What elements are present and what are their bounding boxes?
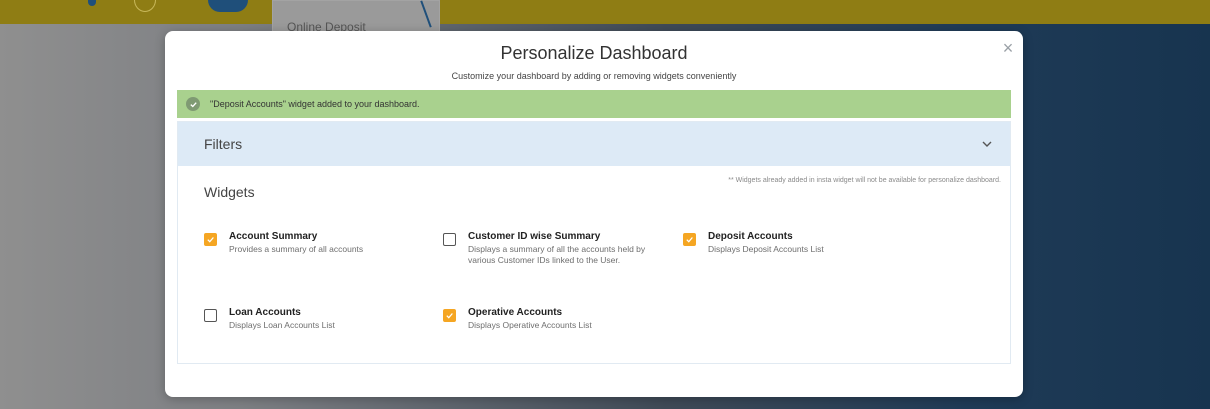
widget-operative-accounts[interactable]: Operative Accounts Displays Operative Ac… <box>443 307 648 331</box>
checkbox-unchecked[interactable] <box>443 233 456 246</box>
chevron-down-icon[interactable] <box>980 137 994 151</box>
checkbox-unchecked[interactable] <box>204 309 217 322</box>
widget-name: Account Summary <box>229 231 318 242</box>
widget-description: Displays Operative Accounts List <box>468 320 592 330</box>
widget-customer-id-summary[interactable]: Customer ID wise Summary Displays a summ… <box>443 231 648 266</box>
widget-name: Loan Accounts <box>229 307 301 318</box>
widget-description: Provides a summary of all accounts <box>229 244 364 254</box>
checkmark-icon <box>686 237 693 243</box>
nav-tab-online-deposit[interactable]: Online Deposit <box>272 0 440 32</box>
checkmark-icon <box>207 237 214 243</box>
widget-description: Displays Loan Accounts List <box>229 320 335 330</box>
alert-message: "Deposit Accounts" widget added to your … <box>210 99 420 109</box>
widgets-heading: Widgets <box>204 184 255 200</box>
widget-name: Customer ID wise Summary <box>468 231 601 242</box>
personalize-panel: Filters Widgets ** Widgets already added… <box>177 121 1011 364</box>
bank-logo <box>208 0 248 12</box>
modal-title: Personalize Dashboard <box>500 43 688 63</box>
success-alert: "Deposit Accounts" widget added to your … <box>177 90 1011 118</box>
modal-subtitle: Customize your dashboard by adding or re… <box>451 71 737 81</box>
checkbox-checked[interactable] <box>204 233 217 246</box>
widget-account-summary[interactable]: Account Summary Provides a summary of al… <box>204 231 409 255</box>
checkbox-checked[interactable] <box>443 309 456 322</box>
checkbox-checked[interactable] <box>683 233 696 246</box>
widget-description: Displays a summary of all the accounts h… <box>468 244 646 265</box>
widget-deposit-accounts[interactable]: Deposit Accounts Displays Deposit Accoun… <box>683 231 888 255</box>
check-circle-icon <box>186 97 200 111</box>
header-logo-fragment <box>88 0 96 6</box>
checkmark-icon <box>446 313 453 319</box>
app-header-bar: Online Deposit <box>0 0 1210 32</box>
widget-name: Operative Accounts <box>468 307 563 318</box>
widgets-note: ** Widgets already added in insta widget… <box>728 177 1001 184</box>
widget-description: Displays Deposit Accounts List <box>708 244 824 254</box>
widget-loan-accounts[interactable]: Loan Accounts Displays Loan Accounts Lis… <box>204 307 409 331</box>
widget-name: Deposit Accounts <box>708 231 793 242</box>
personalize-dashboard-modal: × Personalize Dashboard Customize your d… <box>165 31 1023 397</box>
filters-accordion[interactable]: Filters <box>178 122 1010 166</box>
header-decoration <box>134 0 156 12</box>
filters-label: Filters <box>204 136 243 152</box>
